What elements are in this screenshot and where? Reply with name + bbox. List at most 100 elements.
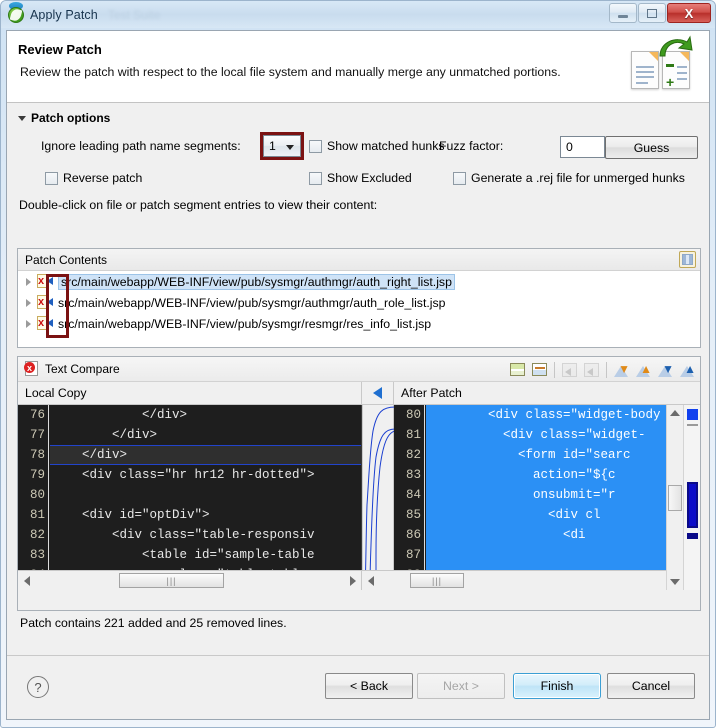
window-titlebar: Apply Patch Test Suite X: [1, 1, 715, 28]
patch-contents-title: Patch Contents: [25, 252, 108, 267]
local-copy-pane[interactable]: 767778798081828384 </div> </div> </div> …: [18, 405, 362, 590]
code-line[interactable]: <div class="widget-: [426, 425, 700, 445]
text-compare-header: x Text Compare ▼ ▲ ▼ ▲: [18, 357, 700, 382]
show-matched-hunks-row[interactable]: Show matched hunks: [309, 139, 445, 153]
scroll-up-arrow-icon[interactable]: [667, 405, 683, 421]
view-menu-icon[interactable]: [679, 251, 696, 268]
after-patch-pane[interactable]: 808182838485868788 <div class="widget-bo…: [394, 405, 700, 590]
scroll-down-arrow-icon[interactable]: [667, 574, 683, 590]
fuzz-factor-input[interactable]: 0: [560, 136, 605, 158]
chevron-down-icon: [18, 115, 26, 121]
previous-change-icon[interactable]: ▲: [679, 361, 696, 378]
left-hscroll-thumb[interactable]: |||: [119, 573, 224, 588]
reverse-patch-row[interactable]: Reverse patch: [45, 171, 142, 185]
ignore-segments-value: 1: [269, 139, 276, 153]
code-line[interactable]: onsubmit="r: [426, 485, 700, 505]
back-button[interactable]: < Back: [325, 673, 413, 699]
show-excluded-label: Show Excluded: [327, 171, 412, 185]
patch-file-row[interactable]: x src/main/webapp/WEB-INF/view/pub/sysmgr…: [18, 313, 700, 334]
finish-button[interactable]: Finish: [513, 673, 601, 699]
scroll-left-arrow-icon[interactable]: [362, 572, 379, 589]
ignore-segments-combo[interactable]: 1: [263, 135, 301, 157]
diff-overview-ruler[interactable]: [683, 405, 700, 590]
chevron-down-icon: [286, 145, 294, 150]
patch-file-path: src/main/webapp/WEB-INF/view/pub/sysmgr/…: [58, 273, 455, 290]
code-line[interactable]: [50, 485, 361, 505]
cancel-button[interactable]: Cancel: [607, 673, 695, 699]
left-hscroll-track[interactable]: |||: [35, 572, 344, 589]
patch-status-text: Patch contains 221 added and 25 removed …: [20, 616, 287, 630]
code-line[interactable]: <div class="table-responsiv: [50, 525, 361, 545]
patched-file-icon: x: [37, 295, 53, 310]
left-pane-header: Local Copy: [18, 382, 362, 404]
code-line[interactable]: <div cl: [426, 505, 700, 525]
code-line[interactable]: <div class="hr hr12 hr-dotted">: [50, 465, 361, 485]
right-pane-title: After Patch: [401, 386, 462, 400]
ruler-marker-secondary: [687, 533, 698, 539]
expand-arrow-icon[interactable]: [26, 277, 31, 286]
ruler-marker-current: [687, 482, 698, 528]
center-marker-header: [362, 382, 394, 404]
right-pane-vertical-scrollbar[interactable]: [666, 405, 683, 590]
show-excluded-checkbox[interactable]: [309, 171, 322, 185]
line-number: 76: [29, 408, 45, 422]
right-hscroll-thumb[interactable]: |||: [410, 573, 464, 588]
next-change-icon[interactable]: ▼: [657, 361, 674, 378]
two-pane-layout-icon[interactable]: [508, 360, 527, 379]
reverse-patch-checkbox[interactable]: [45, 171, 58, 185]
code-line[interactable]: <div class="widget-body: [426, 405, 700, 425]
ignore-segments-highlight: 1: [260, 132, 304, 160]
vertical-scroll-thumb[interactable]: [668, 485, 682, 511]
swap-panes-icon[interactable]: [530, 360, 549, 379]
show-matched-hunks-checkbox[interactable]: [309, 139, 322, 153]
line-number: 80: [405, 408, 421, 422]
diff-connector-lines: [364, 406, 395, 590]
code-line[interactable]: action="${c: [426, 465, 700, 485]
generate-rej-checkbox[interactable]: [453, 171, 466, 185]
code-line[interactable]: <form id="searc: [426, 445, 700, 465]
scroll-right-arrow-icon[interactable]: [344, 572, 361, 589]
patch-file-row[interactable]: x src/main/webapp/WEB-INF/view/pub/sysmgr…: [18, 271, 700, 292]
expand-arrow-icon[interactable]: [26, 319, 31, 328]
patch-contents-panel: Patch Contents x src/main/webapp/WEB-INF/…: [17, 248, 701, 348]
patch-options-toggle[interactable]: Patch options: [18, 111, 110, 125]
patch-contents-list[interactable]: x src/main/webapp/WEB-INF/view/pub/sysmgr…: [18, 271, 700, 334]
patch-file-row[interactable]: x src/main/webapp/WEB-INF/view/pub/sysmgr…: [18, 292, 700, 313]
wizard-header: Review Patch Review the patch with respe…: [7, 31, 709, 103]
code-line[interactable]: </div>: [50, 445, 361, 465]
copy-all-left-icon[interactable]: [560, 360, 579, 379]
code-line[interactable]: </div>: [50, 405, 361, 425]
compare-center-strip: [362, 405, 395, 590]
scroll-left-arrow-icon[interactable]: [18, 572, 35, 589]
copy-current-left-icon[interactable]: [582, 360, 601, 379]
line-number: 80: [29, 488, 45, 502]
code-line[interactable]: <div id="optDiv">: [50, 505, 361, 525]
generate-rej-row[interactable]: Generate a .rej file for unmerged hunks: [453, 171, 685, 185]
right-pane-horizontal-scrollbar[interactable]: |||: [362, 571, 700, 590]
next-difference-icon[interactable]: ▼: [613, 361, 630, 378]
right-code-content[interactable]: <div class="widget-body <div class="widg…: [426, 405, 700, 590]
code-line[interactable]: </div>: [50, 425, 361, 445]
dialog-client-area: Review Patch Review the patch with respe…: [6, 30, 710, 720]
code-line[interactable]: [426, 545, 700, 565]
help-icon[interactable]: ?: [27, 676, 49, 698]
left-code-content[interactable]: </div> </div> </div> <div class="hr hr12…: [50, 405, 361, 590]
close-button[interactable]: X: [667, 3, 711, 23]
line-number: 78: [29, 448, 45, 462]
text-compare-panel: x Text Compare ▼ ▲ ▼ ▲ Local Copy After …: [17, 356, 701, 611]
left-line-numbers: 767778798081828384: [18, 405, 49, 590]
previous-difference-icon[interactable]: ▲: [635, 361, 652, 378]
show-excluded-row[interactable]: Show Excluded: [309, 171, 412, 185]
expand-arrow-icon[interactable]: [26, 298, 31, 307]
guess-button[interactable]: Guess: [605, 136, 698, 159]
maximize-button[interactable]: [638, 3, 666, 23]
generate-rej-label: Generate a .rej file for unmerged hunks: [471, 171, 685, 185]
line-number: 77: [29, 428, 45, 442]
line-number: 81: [29, 508, 45, 522]
left-pane-horizontal-scrollbar[interactable]: |||: [18, 571, 362, 590]
minimize-button[interactable]: [609, 3, 637, 23]
code-line[interactable]: <di: [426, 525, 700, 545]
minus-glyph: [666, 64, 674, 67]
code-line[interactable]: <table id="sample-table: [50, 545, 361, 565]
right-hscroll-track[interactable]: |||: [379, 572, 683, 589]
